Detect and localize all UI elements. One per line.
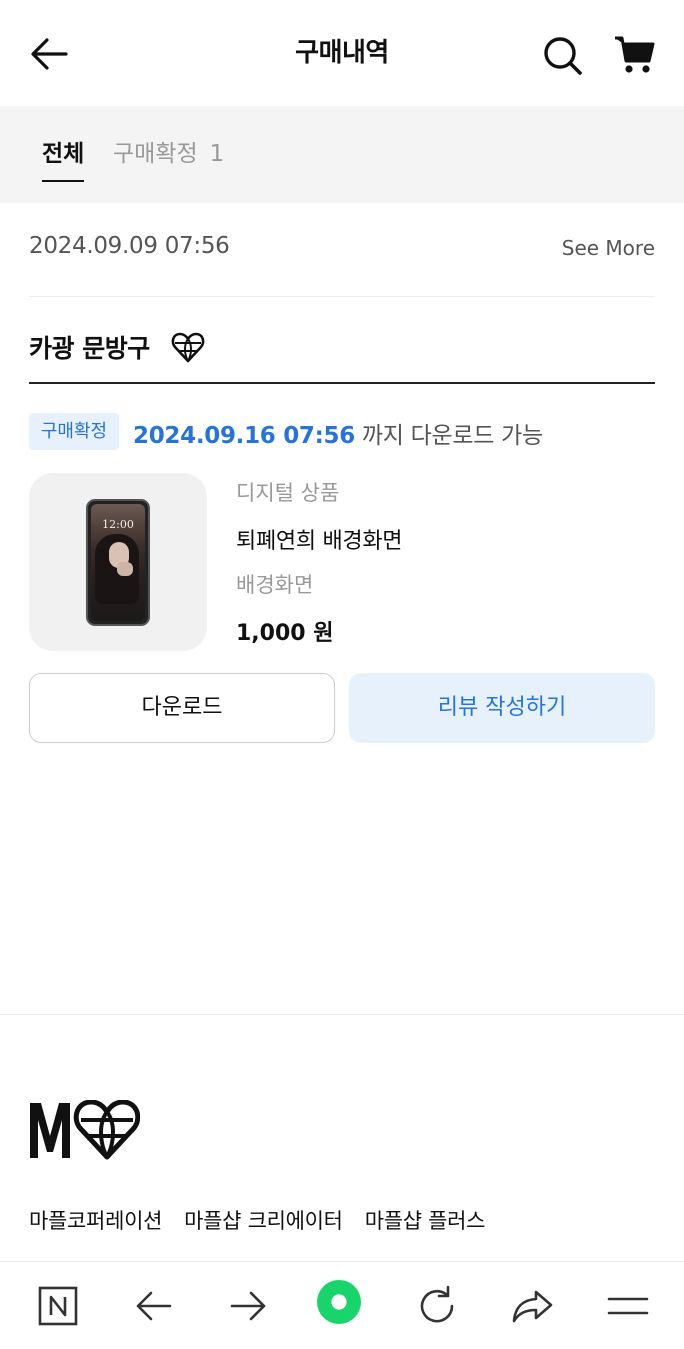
order-date: 2024.09.09 07:56 xyxy=(29,233,230,259)
browser-toolbar xyxy=(0,1261,684,1349)
filter-tabs: 전체 구매확정 1 xyxy=(0,106,684,203)
footer-links: 마플코퍼레이션 마플샵 크리에이터 마플샵 플러스 xyxy=(29,1205,507,1235)
download-button[interactable]: 다운로드 xyxy=(29,673,335,743)
product-thumbnail[interactable]: 12:00 xyxy=(29,473,207,651)
header: 구매내역 xyxy=(0,0,684,106)
phone-mockup: 12:00 xyxy=(86,499,150,626)
search-button[interactable] xyxy=(540,33,584,77)
marpple-logo[interactable] xyxy=(28,1099,141,1160)
download-period: 2024.09.16 07:56 까지 다운로드 가능 xyxy=(133,416,543,450)
download-until-suffix: 까지 다운로드 가능 xyxy=(354,423,543,449)
footer-link[interactable]: 마플코퍼레이션 xyxy=(29,1209,162,1233)
divider xyxy=(29,382,655,384)
tab-confirmed-count: 1 xyxy=(209,141,225,167)
footer-link[interactable]: 마플샵 크리에이터 xyxy=(184,1209,343,1233)
back-button[interactable] xyxy=(28,33,70,75)
browser-forward-icon[interactable] xyxy=(226,1284,270,1328)
cart-button[interactable] xyxy=(612,33,656,77)
home-circle-icon[interactable] xyxy=(317,1280,369,1332)
tab-confirmed-label: 구매확정 xyxy=(113,141,198,167)
product-name[interactable]: 퇴폐연희 배경화면 xyxy=(236,523,403,555)
tab-purchase-confirmed[interactable]: 구매확정 1 xyxy=(113,134,224,182)
download-until-date: 2024.09.16 07:56 xyxy=(133,423,355,449)
product-price: 1,000 원 xyxy=(236,621,334,646)
thumbnail-time: 12:00 xyxy=(102,518,134,531)
menu-icon[interactable] xyxy=(606,1284,650,1328)
product-option: 배경화면 xyxy=(236,573,314,597)
shop-name[interactable]: 카광 문방구 xyxy=(29,329,150,365)
browser-back-icon[interactable] xyxy=(132,1284,176,1328)
divider xyxy=(29,296,655,297)
search-icon xyxy=(544,37,582,75)
n-box-icon[interactable] xyxy=(36,1284,80,1328)
refresh-icon[interactable] xyxy=(415,1284,459,1328)
status-badge: 구매확정 xyxy=(29,413,119,450)
footer-link[interactable]: 마플샵 플러스 xyxy=(365,1209,486,1233)
write-review-button[interactable]: 리뷰 작성하기 xyxy=(349,673,655,743)
share-icon[interactable] xyxy=(510,1284,554,1328)
see-more-link[interactable]: See More xyxy=(562,236,655,260)
cart-icon xyxy=(615,36,655,73)
tab-all[interactable]: 전체 xyxy=(42,134,85,182)
arrow-left-icon xyxy=(31,38,68,70)
heart-globe-icon xyxy=(171,330,205,364)
divider xyxy=(0,1014,684,1015)
product-type: 디지털 상품 xyxy=(236,481,340,505)
